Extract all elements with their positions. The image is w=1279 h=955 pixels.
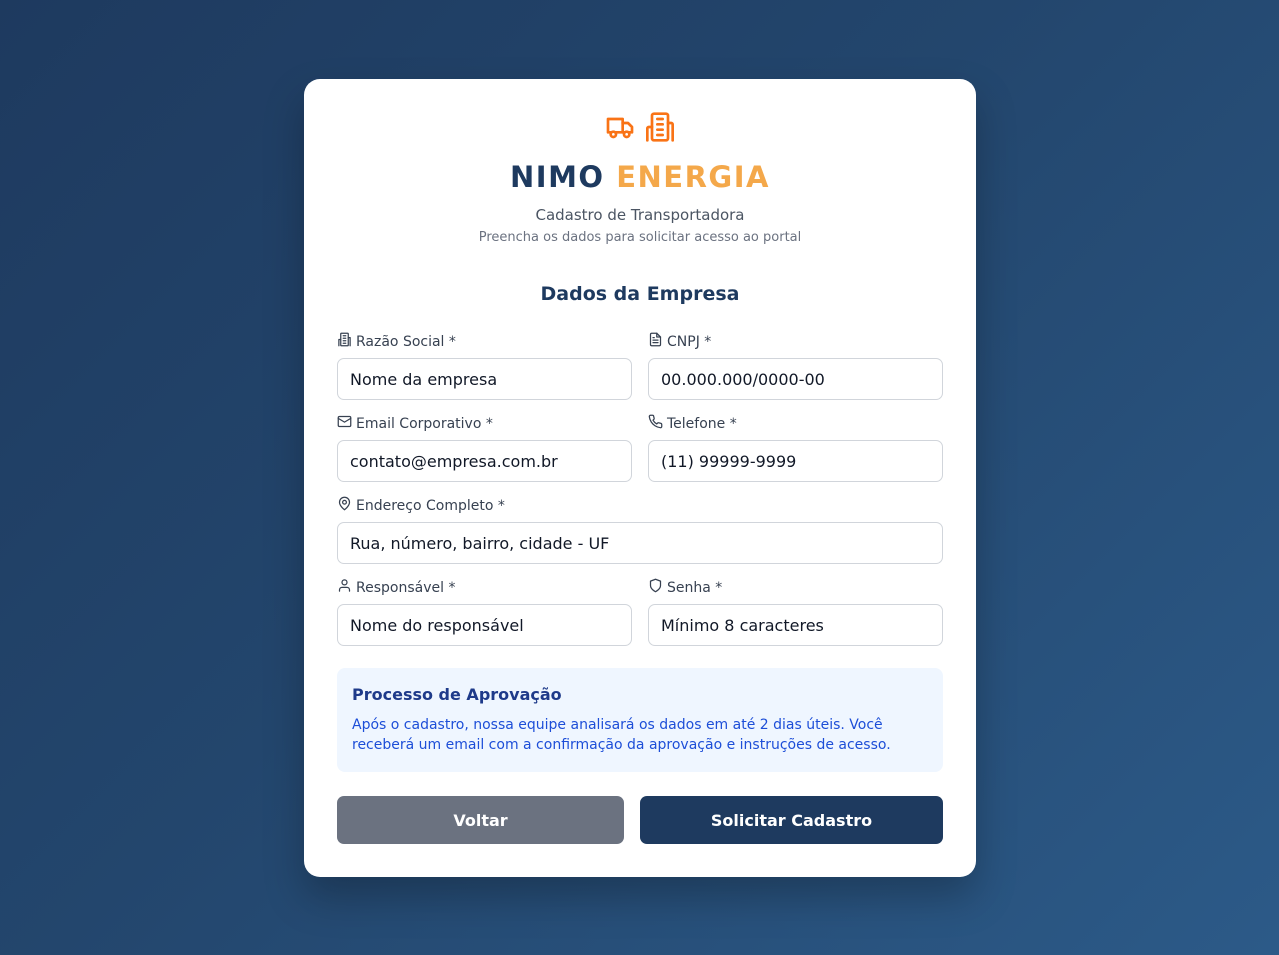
razao-social-placeholder: Nome da empresa — [350, 369, 498, 389]
field-senha: Senha * Mínimo 8 caracteres — [648, 578, 943, 646]
map-pin-icon — [337, 496, 352, 516]
endereco-label: Endereço Completo * — [356, 498, 505, 514]
brand-accent: ENERGIA — [616, 160, 770, 194]
field-telefone: Telefone * (11) 99999-9999 — [648, 414, 943, 482]
building-icon — [644, 111, 676, 147]
page-hint: Preencha os dados para solicitar acesso … — [478, 230, 802, 245]
field-responsavel: Responsável * Nome do responsável — [337, 579, 632, 646]
responsavel-input[interactable]: Nome do responsável — [337, 604, 632, 646]
approval-info-text: Após o cadastro, nossa equipe analisará … — [352, 717, 891, 753]
building-icon — [337, 332, 352, 352]
registration-card: NIMO ENERGIA Cadastro de Transportadora … — [304, 79, 976, 877]
email-input[interactable]: contato@empresa.com.br — [337, 440, 632, 482]
cnpj-input[interactable]: 00.000.000/0000-00 — [648, 358, 943, 400]
senha-label: Senha * — [667, 580, 723, 596]
senha-input[interactable]: Mínimo 8 caracteres — [648, 604, 943, 646]
brand-title: NIMO ENERGIA — [304, 159, 976, 195]
razao-social-label: Razão Social * — [356, 334, 456, 350]
logo-icons — [304, 111, 976, 147]
senha-placeholder: Mínimo 8 caracteres — [661, 615, 824, 635]
cnpj-label: CNPJ * — [667, 334, 712, 350]
field-endereco: Endereço Completo * Rua, número, bairro,… — [337, 496, 943, 564]
telefone-placeholder: (11) 99999-9999 — [661, 451, 797, 471]
approval-info-title: Processo de Aprovação — [352, 685, 562, 704]
cnpj-placeholder: 00.000.000/0000-00 — [661, 369, 825, 389]
user-icon — [337, 578, 352, 598]
shield-icon — [648, 578, 663, 598]
phone-icon — [648, 414, 663, 434]
responsavel-placeholder: Nome do responsável — [350, 615, 524, 635]
telefone-label: Telefone * — [667, 416, 737, 432]
endereco-input[interactable]: Rua, número, bairro, cidade - UF — [337, 522, 943, 564]
email-placeholder: contato@empresa.com.br — [350, 451, 558, 471]
approval-info-box: Processo de Aprovação Após o cadastro, n… — [337, 668, 943, 772]
submit-registration-button[interactable]: Solicitar Cadastro — [640, 796, 943, 844]
section-title: Dados da Empresa — [540, 283, 740, 305]
field-razao-social: Razão Social * Nome da empresa — [337, 332, 632, 400]
email-label: Email Corporativo * — [356, 416, 493, 432]
mail-icon — [337, 414, 352, 434]
responsavel-label: Responsável * — [356, 580, 456, 596]
field-cnpj: CNPJ * 00.000.000/0000-00 — [648, 332, 943, 400]
endereco-placeholder: Rua, número, bairro, cidade - UF — [350, 533, 610, 553]
brand-primary: NIMO — [510, 160, 605, 194]
truck-icon — [604, 111, 636, 147]
razao-social-input[interactable]: Nome da empresa — [337, 358, 632, 400]
field-email: Email Corporativo * contato@empresa.com.… — [337, 415, 632, 482]
document-icon — [648, 332, 663, 352]
page-subtitle: Cadastro de Transportadora — [535, 206, 745, 224]
telefone-input[interactable]: (11) 99999-9999 — [648, 440, 943, 482]
back-button[interactable]: Voltar — [337, 796, 624, 844]
